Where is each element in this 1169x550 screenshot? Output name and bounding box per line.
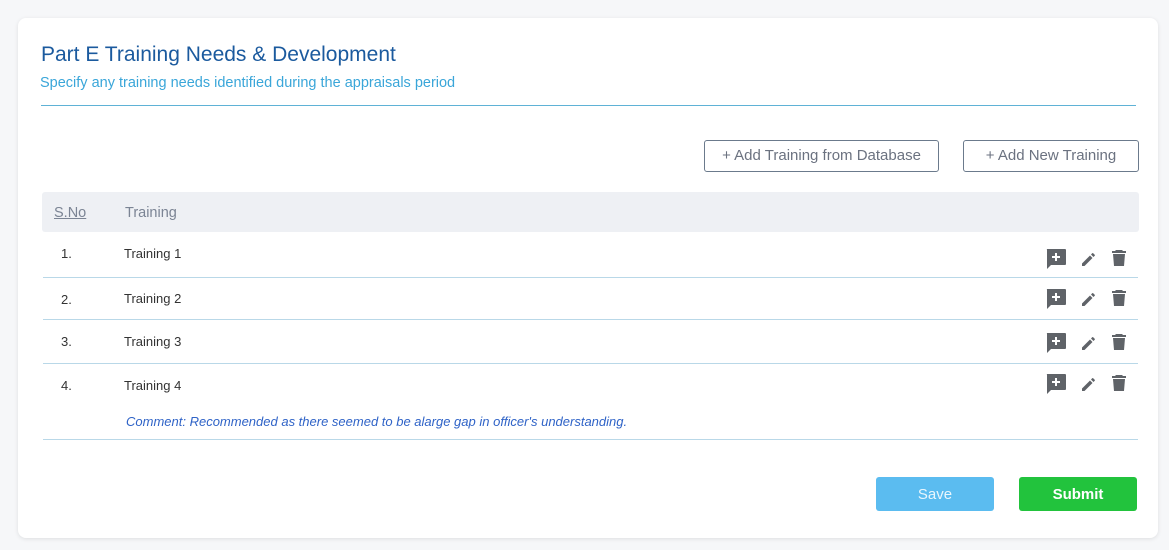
add-comment-icon[interactable] xyxy=(1045,248,1067,270)
header-divider xyxy=(41,105,1136,106)
add-comment-icon[interactable] xyxy=(1045,373,1067,395)
row-sno: 2. xyxy=(61,292,72,307)
row-sno: 4. xyxy=(61,378,72,393)
row-actions xyxy=(1045,332,1135,354)
table-header: S.No Training xyxy=(42,192,1139,232)
row-training-name: Training 2 xyxy=(124,291,182,306)
pencil-icon[interactable] xyxy=(1080,334,1098,352)
trash-icon[interactable] xyxy=(1111,289,1127,307)
column-header-training: Training xyxy=(125,205,177,221)
row-actions xyxy=(1045,248,1135,270)
add-comment-icon[interactable] xyxy=(1045,332,1067,354)
row-training-name: Training 3 xyxy=(124,334,182,349)
section-title: Part E Training Needs & Development xyxy=(41,43,396,66)
table-row: 2. Training 2 xyxy=(43,278,1138,320)
add-training-from-database-button[interactable]: + Add Training from Database xyxy=(704,140,939,172)
column-header-sno[interactable]: S.No xyxy=(54,205,86,221)
add-new-training-button[interactable]: + Add New Training xyxy=(963,140,1139,172)
row-sno: 1. xyxy=(61,246,72,261)
table-row: 4. Training 4 Comment: Recommended as th… xyxy=(43,364,1138,440)
row-training-name: Training 1 xyxy=(124,246,182,261)
training-needs-card: Part E Training Needs & Development Spec… xyxy=(18,18,1158,538)
table-row: 3. Training 3 xyxy=(43,320,1138,364)
row-actions xyxy=(1045,373,1135,395)
table-row: 1. Training 1 xyxy=(43,232,1138,278)
row-sno: 3. xyxy=(61,334,72,349)
submit-button[interactable]: Submit xyxy=(1019,477,1137,511)
pencil-icon[interactable] xyxy=(1080,250,1098,268)
section-subtitle: Specify any training needs identified du… xyxy=(40,75,456,91)
trash-icon[interactable] xyxy=(1111,374,1127,392)
row-actions xyxy=(1045,288,1135,310)
row-comment: Comment: Recommended as there seemed to … xyxy=(126,414,628,429)
add-comment-icon[interactable] xyxy=(1045,288,1067,310)
trash-icon[interactable] xyxy=(1111,249,1127,267)
pencil-icon[interactable] xyxy=(1080,375,1098,393)
save-button[interactable]: Save xyxy=(876,477,994,511)
row-training-name: Training 4 xyxy=(124,378,182,393)
trash-icon[interactable] xyxy=(1111,333,1127,351)
pencil-icon[interactable] xyxy=(1080,290,1098,308)
